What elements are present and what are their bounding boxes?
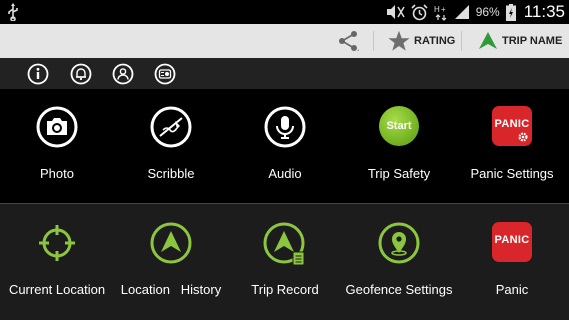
action-bar: RATING TRIP NAME <box>0 24 569 58</box>
panic-settings-icon: PANIC <box>492 106 532 146</box>
rating-button[interactable]: RATING <box>388 28 455 54</box>
divider <box>373 31 374 51</box>
audio-tile[interactable]: Audio <box>228 89 342 203</box>
panic-label: Panic <box>495 282 529 297</box>
alarm-icon <box>411 3 428 20</box>
feature-grid-top: Photo Scribble Audio Start Trip Safety P… <box>0 89 569 203</box>
geofence-settings-label: Geofence Settings <box>345 282 453 297</box>
camera-icon <box>36 106 78 148</box>
trip-name-button[interactable]: TRIP NAME <box>478 28 562 54</box>
feature-grid-bottom: Current Location Location History Trip R… <box>0 204 569 320</box>
trip-record-label: Trip Record <box>251 282 319 297</box>
panic-settings-label: Panic Settings <box>470 166 554 181</box>
geofence-icon <box>378 222 420 264</box>
info-icon[interactable] <box>27 63 49 85</box>
gear-icon <box>518 132 528 142</box>
person-icon[interactable] <box>112 63 134 85</box>
rating-label: RATING <box>414 35 456 47</box>
audio-label: Audio <box>268 166 302 181</box>
clock: 11:35 <box>523 2 565 21</box>
photo-tile[interactable]: Photo <box>0 89 114 203</box>
tab-bar <box>0 58 569 89</box>
trip-name-label: TRIP NAME <box>502 35 563 47</box>
microphone-icon <box>264 106 306 148</box>
battery-percent: 96% <box>475 5 500 19</box>
battery-icon <box>505 3 516 21</box>
geofence-settings-tile[interactable]: Geofence Settings <box>342 204 456 320</box>
trip-safety-tile[interactable]: Start Trip Safety <box>342 89 456 203</box>
photo-label: Photo <box>40 166 74 181</box>
panic-tile[interactable]: PANIC Panic <box>455 204 569 320</box>
svg-text:+: + <box>441 5 446 14</box>
scribble-label: Scribble <box>147 166 195 181</box>
share-icon[interactable] <box>337 29 359 53</box>
bell-icon[interactable] <box>70 63 92 85</box>
current-location-label: Current Location <box>8 282 106 297</box>
location-history-tile[interactable]: Location History <box>114 204 228 320</box>
usb-icon <box>8 3 18 21</box>
status-bar: H + 96% 11:35 <box>0 0 569 24</box>
crosshair-icon <box>39 225 75 261</box>
star-icon <box>388 30 410 51</box>
scribble-tile[interactable]: Scribble <box>114 89 228 203</box>
svg-text:H: H <box>434 5 440 14</box>
trip-record-icon <box>263 222 305 266</box>
mute-icon <box>386 5 405 19</box>
start-label: Start <box>386 120 412 132</box>
navigation-arrow-icon <box>479 32 497 49</box>
panic-text: PANIC <box>494 234 530 246</box>
trip-safety-label: Trip Safety <box>367 166 431 181</box>
current-location-tile[interactable]: Current Location <box>0 204 114 320</box>
data-transfer-icon: H + <box>434 5 447 21</box>
panic-text: PANIC <box>494 118 530 130</box>
trip-record-tile[interactable]: Trip Record <box>228 204 342 320</box>
settings-icon[interactable] <box>154 63 176 85</box>
scribble-icon <box>150 106 192 148</box>
signal-icon <box>454 5 469 19</box>
location-history-label: Location History <box>120 282 222 297</box>
panic-settings-tile[interactable]: PANIC Panic Settings <box>455 89 569 203</box>
navigation-icon <box>150 222 192 264</box>
start-button: Start <box>379 106 419 146</box>
panic-icon: PANIC <box>492 222 532 262</box>
divider <box>461 31 462 51</box>
